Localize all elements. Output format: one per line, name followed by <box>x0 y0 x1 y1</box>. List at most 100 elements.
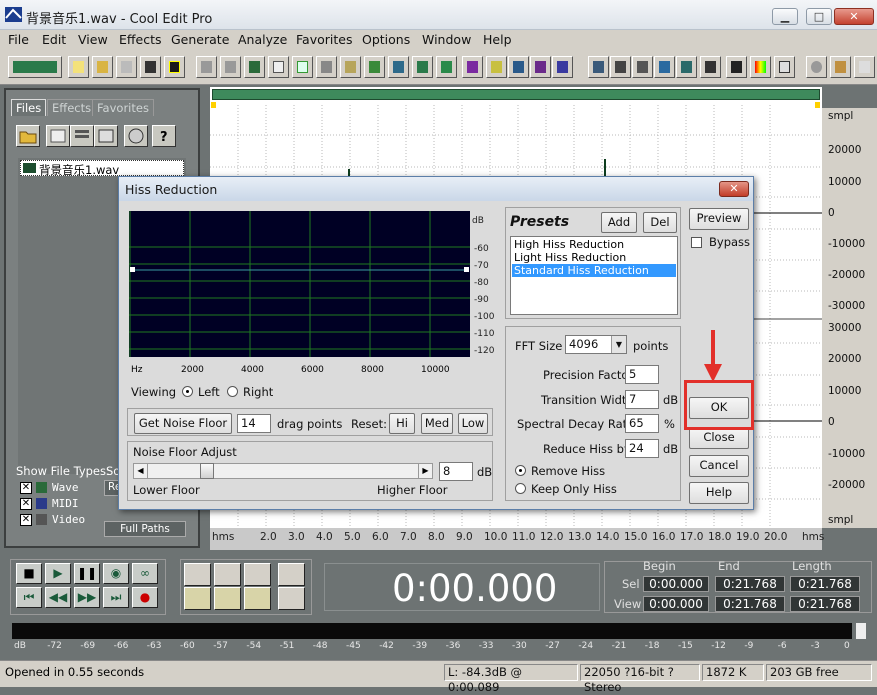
save-button[interactable] <box>140 56 161 78</box>
play-icon[interactable]: ▶ <box>45 563 71 584</box>
zoom-in-vertical-icon[interactable] <box>278 563 305 586</box>
menu-options[interactable]: Options <box>362 32 410 47</box>
mixer-button[interactable] <box>530 56 551 78</box>
clip-indicator[interactable] <box>856 623 866 639</box>
scripts-button[interactable] <box>830 56 851 78</box>
rewind-icon[interactable]: ◀◀ <box>45 587 71 608</box>
redo-button[interactable] <box>220 56 241 78</box>
chevron-down-icon[interactable]: ▼ <box>611 336 626 353</box>
trim-button[interactable] <box>412 56 433 78</box>
drag-points-input[interactable]: 14 <box>237 414 271 433</box>
slider-thumb[interactable] <box>199 463 214 479</box>
new-file-button[interactable] <box>68 56 89 78</box>
presets-list[interactable]: High Hiss Reduction Light Hiss Reduction… <box>510 236 678 315</box>
list-item[interactable]: 背景音乐1.wav <box>20 160 184 177</box>
tab-favorites[interactable]: Favorites <box>92 99 154 116</box>
tab-files[interactable]: Files <box>11 99 47 116</box>
reset-hi-button[interactable]: Hi <box>389 413 415 434</box>
markers-button[interactable] <box>676 56 697 78</box>
minimize-button[interactable]: ▁ <box>772 8 798 25</box>
zoom-out-icon[interactable] <box>214 563 241 586</box>
transition-width-input[interactable]: 7 <box>625 390 659 409</box>
zoom-in-icon[interactable] <box>184 563 211 586</box>
sel-length-field[interactable]: 0:21.768 <box>790 576 860 592</box>
stop-icon[interactable]: ■ <box>16 563 42 584</box>
help-button[interactable]: Help <box>689 482 749 504</box>
zoom-full-icon[interactable] <box>244 563 271 586</box>
multitrack-toggle-button[interactable] <box>8 56 62 78</box>
play-to-end-icon[interactable]: ◉ <box>103 563 129 584</box>
cd-icon[interactable] <box>124 125 148 147</box>
paste-new-button[interactable] <box>364 56 385 78</box>
pause-icon[interactable]: ❚❚ <box>74 563 100 584</box>
floor-handle-left[interactable] <box>130 267 135 272</box>
spectral-decay-input[interactable]: 65 <box>625 414 659 433</box>
envelope-view-button[interactable] <box>632 56 653 78</box>
cd-player-button[interactable] <box>806 56 827 78</box>
zoom-right-icon[interactable] <box>214 587 241 610</box>
menu-view[interactable]: View <box>78 32 108 47</box>
fast-forward-icon[interactable]: ▶▶ <box>74 587 100 608</box>
zoom-fit-button[interactable] <box>654 56 675 78</box>
full-paths-button[interactable]: Full Paths <box>104 521 186 537</box>
zoom-selection-icon[interactable] <box>244 587 271 610</box>
close-file-icon[interactable] <box>46 125 70 147</box>
sel-end-field[interactable]: 0:21.768 <box>715 576 785 592</box>
view-length-field[interactable]: 0:21.768 <box>790 596 860 612</box>
help-icon[interactable]: ? <box>152 125 176 147</box>
reset-low-button[interactable]: Low <box>458 413 488 434</box>
view-begin-field[interactable]: 0:00.000 <box>643 596 709 612</box>
get-noise-floor-button[interactable]: Get Noise Floor <box>134 413 232 434</box>
list-item[interactable]: Light Hiss Reduction <box>512 251 676 264</box>
paste-button[interactable] <box>340 56 361 78</box>
delete-preset-button[interactable]: Del <box>643 212 677 233</box>
bars-beats-button[interactable] <box>726 56 747 78</box>
menu-edit[interactable]: Edit <box>42 32 66 47</box>
menu-analyze[interactable]: Analyze <box>238 32 287 47</box>
list-item-selected[interactable]: Standard Hiss Reduction <box>512 264 676 277</box>
insert-multitrack-icon[interactable] <box>70 125 94 147</box>
color-scheme-button[interactable] <box>750 56 771 78</box>
repeat-button[interactable] <box>244 56 265 78</box>
context-help-button[interactable] <box>854 56 875 78</box>
tab-effects[interactable]: Effects <box>47 99 97 116</box>
menu-window[interactable]: Window <box>422 32 471 47</box>
video-checkbox[interactable]: ✕ <box>20 514 32 526</box>
slider-right-arrow-icon[interactable]: ▶ <box>418 464 432 478</box>
remove-hiss-radio[interactable] <box>515 465 526 476</box>
midi-checkbox[interactable]: ✕ <box>20 498 32 510</box>
cancel-button[interactable]: Cancel <box>689 455 749 477</box>
overview-bar[interactable] <box>212 89 820 100</box>
grid-button[interactable] <box>774 56 795 78</box>
spectral-view-button[interactable] <box>508 56 529 78</box>
maximize-button[interactable]: □ <box>806 8 832 25</box>
time-format-button[interactable] <box>700 56 721 78</box>
cut-button[interactable] <box>316 56 337 78</box>
noise-floor-slider[interactable]: ◀ ▶ <box>133 463 433 479</box>
delete-silence-button[interactable] <box>436 56 457 78</box>
go-to-start-icon[interactable]: ⏮ <box>16 587 42 608</box>
dialog-close-text-button[interactable]: Close <box>689 427 749 449</box>
keep-only-hiss-radio[interactable] <box>515 483 526 494</box>
sel-begin-field[interactable]: 0:00.000 <box>643 576 709 592</box>
start-marker-icon[interactable] <box>211 102 216 108</box>
open-folder-icon[interactable] <box>16 125 40 147</box>
zoom-out-vertical-icon[interactable] <box>278 587 305 610</box>
loop-icon[interactable]: ∞ <box>132 563 158 584</box>
reset-med-button[interactable]: Med <box>421 413 453 434</box>
record-icon[interactable]: ● <box>132 587 158 608</box>
bypass-checkbox[interactable] <box>691 237 702 248</box>
menu-help[interactable]: Help <box>483 32 512 47</box>
fft-size-select[interactable]: 4096 ▼ <box>565 335 627 354</box>
menu-favorites[interactable]: Favorites <box>296 32 352 47</box>
amplify-button[interactable] <box>462 56 483 78</box>
slider-value-input[interactable]: 8 <box>439 462 473 481</box>
wave-checkbox[interactable]: ✕ <box>20 482 32 494</box>
preview-button[interactable]: Preview <box>689 208 749 230</box>
menu-effects[interactable]: Effects <box>119 32 162 47</box>
save-all-button[interactable] <box>164 56 185 78</box>
slider-left-arrow-icon[interactable]: ◀ <box>134 464 148 478</box>
noise-floor-graph[interactable]: dB -60 -70 -80 -90 -100 -110 -120 <box>129 211 495 365</box>
close-file-button[interactable] <box>116 56 137 78</box>
floor-handle-right[interactable] <box>464 267 469 272</box>
